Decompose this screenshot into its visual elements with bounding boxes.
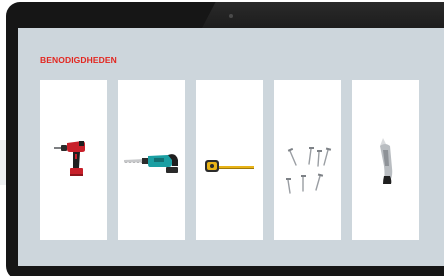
tool-card-drill[interactable]: cordless-drill-icon bbox=[40, 80, 107, 240]
reciprocating-saw-icon bbox=[124, 154, 178, 173]
tool-card-nails[interactable]: nails-screws-icon bbox=[274, 80, 341, 240]
nails-screws-icon bbox=[286, 147, 332, 194]
cordless-drill-icon bbox=[54, 141, 85, 176]
utility-knife-icon bbox=[380, 138, 393, 184]
tool-card-reciprocating-saw[interactable]: reciprocating-saw-icon bbox=[118, 80, 185, 240]
tool-card-utility-knife[interactable]: utility-knife-icon bbox=[352, 80, 419, 240]
camera-icon bbox=[229, 14, 233, 18]
tablet-screen: BENODIGDHEDEN cordless-drill-icon bbox=[18, 28, 444, 266]
section-title: BENODIGDHEDEN bbox=[40, 55, 117, 65]
tape-measure-icon bbox=[205, 160, 254, 172]
tool-card-tape-measure[interactable]: tape-measure-icon bbox=[196, 80, 263, 240]
page-stage: BENODIGDHEDEN cordless-drill-icon bbox=[0, 0, 444, 276]
